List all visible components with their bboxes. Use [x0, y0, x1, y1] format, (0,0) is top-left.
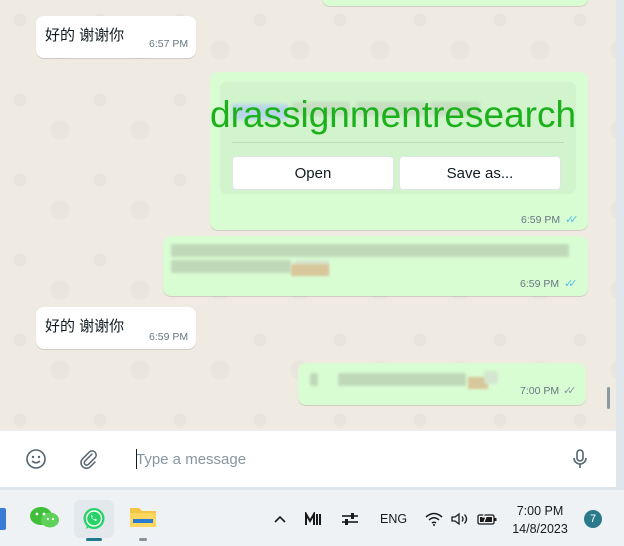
message-text: 好的 谢谢你: [45, 27, 125, 44]
paperclip-icon[interactable]: [76, 447, 100, 471]
clock-time: 7:00 PM: [516, 504, 564, 518]
open-button[interactable]: Open: [232, 156, 394, 190]
volume-icon[interactable]: [450, 510, 470, 528]
message-time: 6:59 PM: [521, 214, 561, 226]
system-clock[interactable]: 7:00 PM 14/8/2023: [508, 502, 572, 538]
compose-bar: [0, 430, 616, 487]
message-time: 7:00 PM: [520, 385, 560, 397]
app-open-indicator: [139, 538, 147, 541]
message-text-redacted: [338, 373, 466, 386]
file-explorer-icon[interactable]: [126, 502, 160, 532]
message-bubble-outgoing[interactable]: 6:59 PM ✓✓: [163, 236, 588, 296]
microphone-icon[interactable]: [568, 447, 592, 471]
message-time: 6:59 PM: [520, 278, 560, 290]
chat-window: 好的 谢谢你 6:57 PM Open Save as... 6:59 PM ✓…: [0, 0, 616, 487]
message-bubble-outgoing[interactable]: 7:00 PM ✓✓: [298, 363, 586, 405]
battery-icon[interactable]: [476, 510, 498, 528]
app-icon-partial[interactable]: [0, 508, 6, 530]
delivered-ticks-icon: ✓✓: [563, 385, 577, 397]
wechat-icon[interactable]: [28, 504, 62, 532]
message-text-redacted: [484, 371, 498, 384]
message-bubble-partial[interactable]: [322, 0, 588, 6]
message-time: 6:57 PM: [149, 38, 189, 50]
active-app-indicator: [86, 538, 102, 541]
document-card[interactable]: Open Save as...: [220, 82, 576, 194]
read-ticks-icon: ✓✓: [565, 214, 579, 226]
message-input[interactable]: [136, 447, 556, 471]
language-indicator[interactable]: ENG: [380, 512, 407, 526]
message-text-redacted: [291, 264, 329, 276]
scrollbar-thumb[interactable]: [607, 387, 610, 409]
message-text-redacted: [310, 373, 318, 386]
clock-date: 14/8/2023: [512, 522, 568, 536]
whatsapp-icon[interactable]: [74, 500, 114, 538]
message-bubble-document[interactable]: Open Save as... 6:59 PM ✓✓: [210, 72, 588, 230]
document-preview: [232, 92, 562, 128]
notification-badge[interactable]: 7: [584, 510, 602, 528]
wifi-icon[interactable]: [424, 510, 444, 528]
settings-sliders-icon[interactable]: [339, 510, 361, 528]
message-bubble-incoming[interactable]: 好的 谢谢你 6:57 PM: [36, 16, 196, 58]
message-bubble-incoming[interactable]: 好的 谢谢你 6:59 PM: [36, 307, 196, 349]
message-text: 好的 谢谢你: [45, 318, 125, 335]
save-as-button[interactable]: Save as...: [399, 156, 561, 190]
document-divider: [232, 142, 564, 143]
text-caret: [136, 449, 137, 469]
message-list[interactable]: 好的 谢谢你 6:57 PM Open Save as... 6:59 PM ✓…: [0, 0, 616, 430]
read-ticks-icon: ✓✓: [564, 278, 578, 290]
message-text-redacted: [171, 244, 569, 257]
emoji-icon[interactable]: [24, 447, 48, 471]
message-time: 6:59 PM: [149, 331, 189, 343]
meet-now-icon[interactable]: [303, 510, 325, 528]
taskbar: ENG 7:00 PM 14/8/2023 7: [0, 490, 624, 546]
chevron-up-icon[interactable]: [270, 510, 290, 528]
message-text-redacted: [171, 260, 291, 273]
